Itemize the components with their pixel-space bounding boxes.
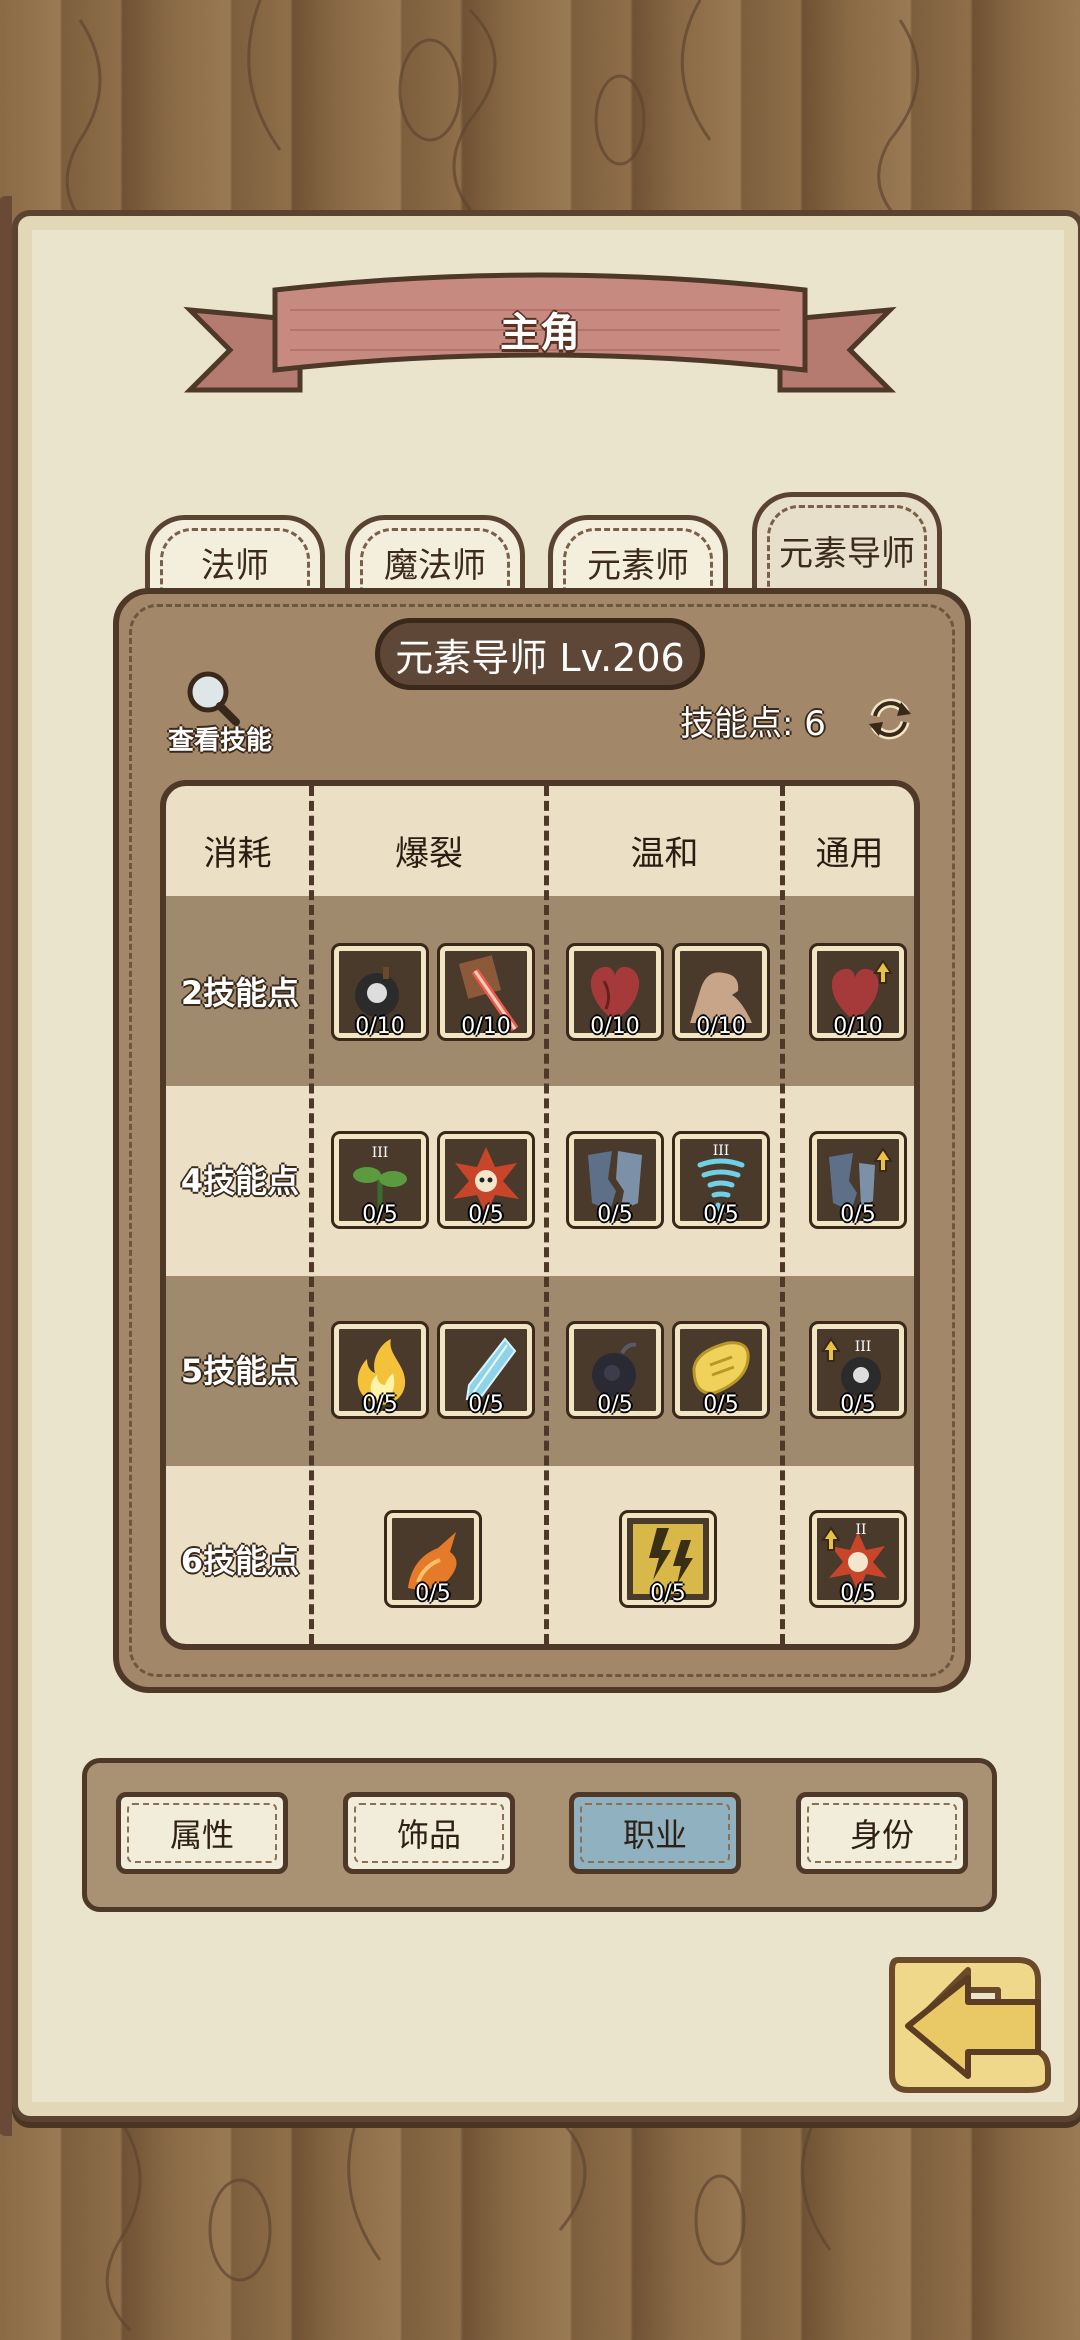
header-cost: 消耗 xyxy=(203,834,272,874)
column-divider xyxy=(544,786,549,1644)
skill-count: 0/10 xyxy=(833,1014,883,1039)
skill-slot[interactable]: 0/5 xyxy=(566,1131,664,1229)
skill-slot[interactable]: 0/5 xyxy=(809,1131,907,1229)
skill-slot[interactable]: 0/5 xyxy=(437,1131,535,1229)
skill-slot[interactable]: 0/5 xyxy=(437,1321,535,1419)
skill-points: 技能点: 6 xyxy=(680,704,826,744)
svg-text:III: III xyxy=(713,1143,730,1159)
svg-text:II: II xyxy=(855,1522,866,1538)
skill-count: 0/5 xyxy=(597,1392,633,1417)
view-skills-button[interactable]: 查看技能 xyxy=(155,668,285,758)
skill-slot[interactable]: 0/10 xyxy=(331,943,429,1041)
skill-slot[interactable]: 0/10 xyxy=(437,943,535,1041)
skill-count: 0/5 xyxy=(468,1392,504,1417)
tab-label: 元素导师 xyxy=(779,534,915,574)
skill-count: 0/5 xyxy=(597,1202,633,1227)
nav-identity-button[interactable]: 身份 xyxy=(796,1792,968,1874)
skill-count: 0/10 xyxy=(696,1014,746,1039)
nav-attributes-button[interactable]: 属性 xyxy=(116,1792,288,1874)
nav-class-button[interactable]: 职业 xyxy=(569,1792,741,1874)
skill-count: 0/5 xyxy=(703,1202,739,1227)
skill-count: 0/5 xyxy=(468,1202,504,1227)
page-title: 主角 xyxy=(500,310,580,356)
nav-label: 属性 xyxy=(169,1816,234,1854)
cost-label: 2技能点 xyxy=(180,974,300,1012)
skill-slot[interactable]: 0/10 xyxy=(672,943,770,1041)
nav-label: 身份 xyxy=(849,1816,914,1854)
header-gentle: 温和 xyxy=(630,834,699,874)
nav-label: 职业 xyxy=(622,1816,687,1854)
tab-label: 魔法师 xyxy=(384,546,486,586)
skill-count: 0/5 xyxy=(362,1202,398,1227)
tab-label: 元素师 xyxy=(587,546,689,586)
skill-count: 0/5 xyxy=(840,1202,876,1227)
class-level-banner: 元素导师 Lv.206 xyxy=(375,618,705,690)
skill-slot[interactable]: III 0/5 xyxy=(331,1131,429,1229)
skill-count: 0/5 xyxy=(840,1581,876,1606)
skill-slot[interactable]: 0/5 xyxy=(384,1510,482,1608)
skill-count: 0/5 xyxy=(840,1392,876,1417)
nav-accessories-button[interactable]: 饰品 xyxy=(343,1792,515,1874)
cost-label: 6技能点 xyxy=(180,1542,300,1580)
skill-count: 0/5 xyxy=(415,1581,451,1606)
skill-count: 0/5 xyxy=(703,1392,739,1417)
header-general: 通用 xyxy=(815,834,884,874)
skill-slot[interactable]: 0/10 xyxy=(566,943,664,1041)
skill-slot[interactable]: 0/10 xyxy=(809,943,907,1041)
skill-count: 0/5 xyxy=(650,1581,686,1606)
skill-count: 0/10 xyxy=(461,1014,511,1039)
wood-background-top xyxy=(65,0,920,230)
svg-text:III: III xyxy=(855,1339,872,1355)
skill-slot[interactable]: 0/5 xyxy=(619,1510,717,1608)
skill-table: 消耗 爆裂 温和 通用 2技能点 4技能点 5技能点 6技能点 0/10 0/1… xyxy=(160,780,920,1650)
magnifier-icon xyxy=(187,671,240,726)
cost-label: 5技能点 xyxy=(180,1352,300,1390)
tab-label: 法师 xyxy=(201,546,269,586)
skill-slot[interactable]: 0/5 xyxy=(566,1321,664,1419)
view-skills-label: 查看技能 xyxy=(167,726,272,756)
skill-slot[interactable]: II 0/5 xyxy=(809,1510,907,1608)
header-burst: 爆裂 xyxy=(395,834,463,874)
cost-label: 4技能点 xyxy=(180,1162,300,1200)
skill-count: 0/10 xyxy=(355,1014,405,1039)
skill-slot[interactable]: 0/5 xyxy=(331,1321,429,1419)
skill-count: 0/10 xyxy=(590,1014,640,1039)
skill-count: 0/5 xyxy=(362,1392,398,1417)
back-arrow-icon[interactable] xyxy=(878,1940,1058,2100)
skill-slot[interactable]: III 0/5 xyxy=(809,1321,907,1419)
wood-background-bottom xyxy=(105,2110,832,2332)
nav-label: 饰品 xyxy=(396,1816,461,1854)
skill-slot[interactable]: III 0/5 xyxy=(672,1131,770,1229)
skill-slot[interactable]: 0/5 xyxy=(672,1321,770,1419)
column-divider xyxy=(780,786,785,1644)
column-divider xyxy=(309,786,314,1644)
reset-skill-points-icon[interactable] xyxy=(865,694,915,744)
svg-text:III: III xyxy=(372,1145,389,1161)
